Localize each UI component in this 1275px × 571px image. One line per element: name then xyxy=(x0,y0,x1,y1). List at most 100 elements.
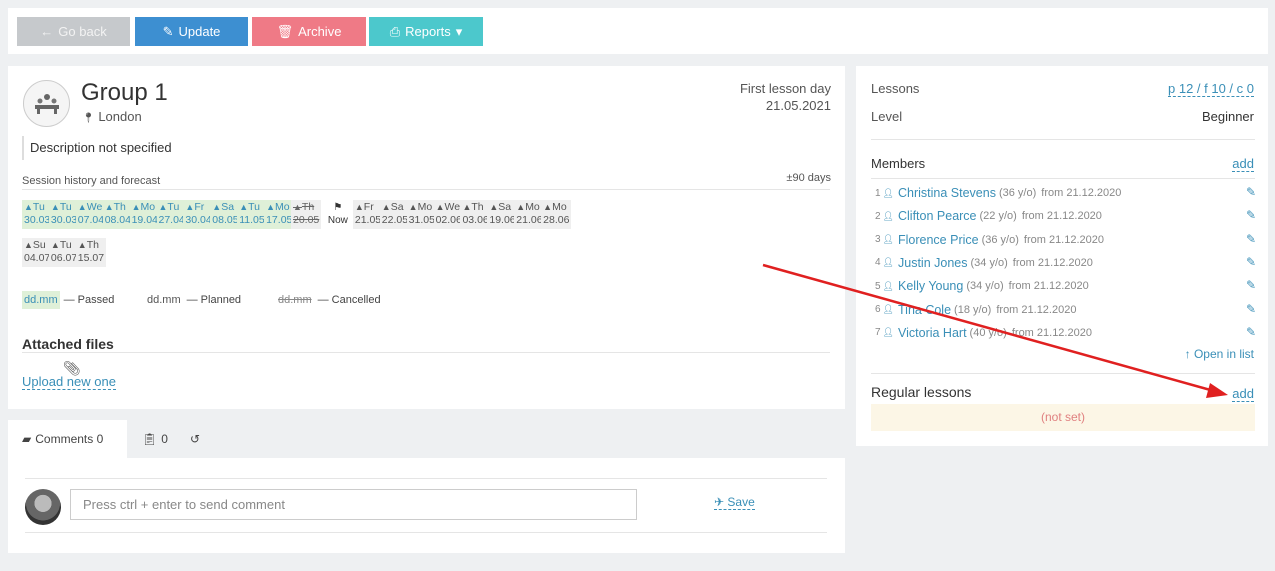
session-day: ▲We xyxy=(77,201,103,213)
session-chip[interactable]: ▲We 02.06 xyxy=(433,200,464,229)
printer-icon: ⎙ xyxy=(389,23,401,39)
add-regular-lesson-link[interactable]: add xyxy=(1232,386,1254,402)
session-date: 15.07 xyxy=(77,252,105,264)
lessons-value-link[interactable]: p 12 / f 10 / c 0 xyxy=(1168,81,1254,97)
session-chip[interactable]: ▲Mo 31.05 xyxy=(406,200,437,229)
edit-member-pencil-icon[interactable]: ✎ xyxy=(1246,255,1256,269)
member-name-link[interactable]: Tina Cole xyxy=(898,303,951,317)
edit-member-pencil-icon[interactable]: ✎ xyxy=(1246,185,1256,199)
session-chip[interactable]: ▲Th 08.04 xyxy=(102,200,133,229)
session-day: ▲We xyxy=(435,201,461,213)
tab-notes[interactable]: 📋︎ 0 xyxy=(142,420,168,458)
go-back-button[interactable]: ← Go back xyxy=(17,17,130,46)
session-chip[interactable]: ▲Tu 30.03 xyxy=(48,200,79,229)
session-chip[interactable]: ▲Th 03.06 xyxy=(460,200,491,229)
session-history-title: Session history and forecast xyxy=(22,175,161,187)
session-chip[interactable]: ▲Th 20.05 xyxy=(291,200,321,229)
session-date: 07.04 xyxy=(77,214,105,226)
session-date: 06.07 xyxy=(50,252,78,264)
add-member-link[interactable]: add xyxy=(1232,156,1254,172)
session-chip[interactable]: ▲Tu 30.03 xyxy=(22,200,52,229)
update-button[interactable]: ✎ Update xyxy=(135,17,248,46)
session-chip[interactable]: ▲Sa 08.05 xyxy=(210,200,241,229)
member-name-link[interactable]: Kelly Young xyxy=(898,279,963,293)
history-icon: ↺ xyxy=(190,432,201,446)
member-age: (36 y/o) xyxy=(981,233,1019,246)
group-description: Description not specified xyxy=(22,136,172,160)
arrow-up-icon: ↑ xyxy=(1184,347,1191,361)
session-date: 21.06 xyxy=(516,214,543,226)
session-chip[interactable]: ▲Su 04.07 xyxy=(22,238,52,267)
group-small-icon: ▲ xyxy=(516,202,526,212)
member-from-date: from 21.12.2020 xyxy=(1008,280,1089,293)
session-chip[interactable]: ▲Fr 21.05 xyxy=(352,200,383,229)
edit-member-pencil-icon[interactable]: ✎ xyxy=(1246,208,1256,222)
group-small-icon: ▲ xyxy=(381,202,391,212)
reports-dropdown-button[interactable]: ⎙ Reports ▾ xyxy=(369,17,483,46)
session-range: ±90 days xyxy=(786,172,831,184)
attached-files-title: Attached files xyxy=(22,336,114,352)
session-date: 22.05 xyxy=(381,214,409,226)
member-age: (36 y/o) xyxy=(998,187,1037,199)
member-name-link[interactable]: Florence Price xyxy=(898,233,979,247)
group-title: Group 1 xyxy=(81,79,168,106)
session-chip[interactable]: ▲Mo 19.04 xyxy=(129,200,160,229)
session-date: 30.03 xyxy=(24,214,51,226)
comment-input[interactable]: Press ctrl + enter to send comment xyxy=(70,489,637,520)
session-chip[interactable]: ▲Sa 19.06 xyxy=(487,200,518,229)
group-small-icon: ▲ xyxy=(293,202,302,212)
comment-icon: ▰ xyxy=(22,432,32,446)
session-day: ▲Mo xyxy=(543,201,567,213)
edit-member-pencil-icon[interactable]: ✎ xyxy=(1246,325,1256,339)
session-chip[interactable]: ▲Th 15.07 xyxy=(75,238,106,267)
member-number: 2 xyxy=(875,210,881,222)
session-chip[interactable]: ▲Tu 11.05 xyxy=(237,200,268,229)
member-from-date: from 21.12.2020 xyxy=(1023,233,1105,246)
toolbar: ← Go back ✎ Update 🗑︎ Archive ⎙ Reports … xyxy=(8,8,1268,54)
save-comment-link[interactable]: ✈︎ Save xyxy=(714,495,755,510)
user-icon: 👤︎ xyxy=(882,234,894,245)
session-chip[interactable]: ▲We 07.04 xyxy=(75,200,106,229)
session-chip[interactable]: ▲Sa 22.05 xyxy=(379,200,410,229)
member-name-link[interactable]: Justin Jones xyxy=(898,256,967,270)
group-small-icon: ▲ xyxy=(104,202,114,212)
flag-icon: ⚑ xyxy=(333,202,343,213)
session-date: 20.05 xyxy=(293,214,320,226)
pencil-icon: ✎ xyxy=(162,23,174,39)
session-date: 21.05 xyxy=(354,214,382,226)
group-small-icon: ▲ xyxy=(185,202,195,212)
session-day: ▲Fr xyxy=(185,201,205,213)
members-label: Members xyxy=(871,156,926,171)
map-marker-icon: 📍︎ xyxy=(82,113,95,124)
session-chip[interactable]: ▲Mo 21.06 xyxy=(514,200,545,229)
tab-history[interactable]: ↺ xyxy=(190,420,200,458)
session-chip[interactable]: ▲Mo 17.05 xyxy=(264,200,295,229)
session-date: 17.05 xyxy=(266,214,293,226)
group-small-icon: ▲ xyxy=(77,202,87,212)
comments-panel: ▰ Comments 0 📋︎ 0 ↺ Press ctrl + enter t… xyxy=(8,420,845,553)
first-lesson-value: 21.05.2021 xyxy=(765,98,831,113)
session-chip[interactable]: ▲Fr 30.04 xyxy=(183,200,214,229)
session-chip[interactable]: ▲Tu 27.04 xyxy=(156,200,187,229)
member-name-link[interactable]: Christina Stevens xyxy=(898,186,996,200)
now-marker: ⚑ Now xyxy=(321,200,352,229)
archive-button[interactable]: 🗑︎ Archive xyxy=(252,17,366,46)
group-small-icon: ▲ xyxy=(50,202,60,212)
tab-comments[interactable]: ▰ Comments 0 xyxy=(8,420,127,458)
session-chip[interactable]: ▲Tu 06.07 xyxy=(48,238,79,267)
session-chip[interactable]: ▲Mo 28.06 xyxy=(541,200,572,229)
member-name-link[interactable]: Clifton Pearce xyxy=(898,209,977,223)
edit-member-pencil-icon[interactable]: ✎ xyxy=(1246,232,1256,246)
member-name-link[interactable]: Victoria Hart xyxy=(898,326,967,340)
open-in-list-link[interactable]: ↑ Open in list xyxy=(1185,347,1254,361)
session-day: ▲Mo xyxy=(516,201,540,213)
legend-passed: dd.mm — Passed xyxy=(22,291,114,309)
member-age: (34 y/o) xyxy=(966,280,1004,293)
upload-link[interactable]: Upload new one xyxy=(22,374,116,390)
session-day: ▲Tu xyxy=(239,201,260,213)
regular-lessons-label: Regular lessons xyxy=(871,384,972,400)
edit-member-pencil-icon[interactable]: ✎ xyxy=(1246,278,1256,292)
first-lesson-label: First lesson day xyxy=(739,81,831,96)
send-icon: ✈︎ xyxy=(714,495,725,509)
edit-member-pencil-icon[interactable]: ✎ xyxy=(1246,302,1256,316)
